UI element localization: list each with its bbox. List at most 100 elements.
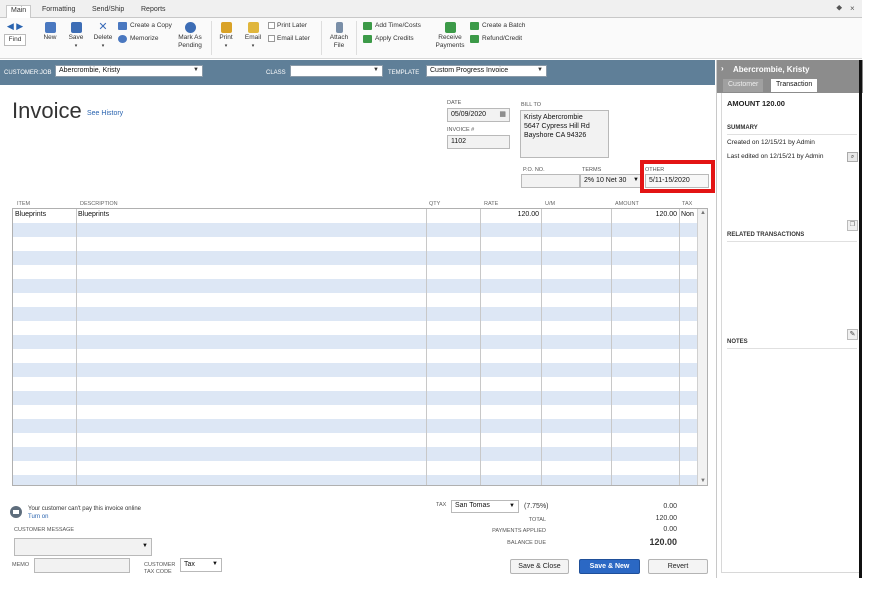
rate-cell[interactable]: 120.00 [481, 211, 539, 218]
template-select[interactable]: Custom Progress Invoice ▼ [426, 65, 547, 77]
calendar-icon[interactable]: ▦ [499, 110, 506, 118]
table-row[interactable] [13, 265, 697, 279]
table-row[interactable] [13, 349, 697, 363]
turn-on-link[interactable]: Turn on [28, 514, 48, 520]
bill-to-field[interactable]: Kristy Abercrombie 5647 Cypress Hill Rd … [520, 110, 609, 158]
terms-select[interactable]: 2% 10 Net 30 ▼ [580, 174, 642, 188]
customer-job-select[interactable]: Abercrombie, Kristy ▼ [55, 65, 203, 77]
prev-next-arrows-icon: ◀ ▶ [6, 21, 24, 31]
created-on-text: Created on 12/15/21 by Admin [727, 139, 815, 146]
find-button[interactable]: ◀ ▶ Find [4, 21, 26, 46]
table-row[interactable]: Blueprints Blueprints 120.00 120.00 Non [13, 209, 697, 223]
tab-reports[interactable]: Reports [137, 5, 170, 18]
invoice-number-field[interactable]: 1102 [447, 135, 510, 149]
item-cell[interactable]: Blueprints [15, 211, 46, 218]
table-row[interactable] [13, 419, 697, 433]
table-row[interactable] [13, 321, 697, 335]
amount-cell[interactable]: 120.00 [613, 211, 677, 218]
scroll-up-icon[interactable]: ▲ [700, 210, 706, 216]
table-row[interactable] [13, 461, 697, 475]
refund-credit-button[interactable]: Refund/Credit [470, 34, 522, 44]
table-row[interactable] [13, 447, 697, 461]
scroll-down-icon[interactable]: ▼ [700, 478, 706, 484]
table-row[interactable] [13, 391, 697, 405]
memorize-button[interactable]: Memorize [118, 34, 159, 44]
template-label: TEMPLATE [388, 70, 420, 76]
total-value: 120.00 [655, 515, 677, 522]
po-number-label: P.O. NO. [523, 167, 545, 173]
save-close-button[interactable]: Save & Close [510, 559, 569, 574]
apply-credits-button[interactable]: Apply Credits [363, 34, 414, 44]
close-icon[interactable]: × [850, 4, 855, 13]
save-new-button[interactable]: Save & New [579, 559, 640, 574]
tab-send-ship[interactable]: Send/Ship [88, 5, 128, 18]
history-panel-header: › Abercrombie, Kristy Customer Transacti… [717, 60, 863, 93]
see-history-link[interactable]: See History [87, 110, 123, 117]
customer-message-select[interactable]: ▼ [14, 538, 152, 556]
restore-icon[interactable]: ⯁ [836, 4, 842, 14]
column-divider [679, 209, 680, 485]
description-cell[interactable]: Blueprints [78, 211, 109, 218]
table-row[interactable] [13, 433, 697, 447]
tab-customer[interactable]: Customer [723, 79, 764, 92]
po-number-field[interactable] [521, 174, 580, 188]
customer-bar: CUSTOMER:JOB Abercrombie, Kristy ▼ CLASS… [0, 60, 715, 85]
print-later-box[interactable] [268, 21, 275, 29]
table-row[interactable] [13, 475, 697, 485]
attach-file-button[interactable]: Attach File [327, 22, 351, 50]
magnifier-icon[interactable]: ⌕ [847, 152, 858, 162]
invoice-number-label: INVOICE # [447, 127, 475, 133]
add-time-costs-button[interactable]: Add Time/Costs [363, 21, 421, 31]
memo-field[interactable] [34, 558, 130, 573]
balance-due-label: BALANCE DUE [507, 540, 546, 546]
save-dropdown-icon: ▾ [74, 43, 78, 49]
create-batch-button[interactable]: Create a Batch [470, 21, 525, 31]
refund-icon [470, 35, 479, 43]
tab-transaction[interactable]: Transaction [771, 79, 818, 92]
chevron-down-icon: ▼ [142, 543, 148, 549]
save-button[interactable]: Save ▾ [66, 22, 86, 50]
create-copy-button[interactable]: Create a Copy [118, 21, 172, 31]
table-row[interactable] [13, 363, 697, 377]
history-panel: › Abercrombie, Kristy Customer Transacti… [716, 60, 863, 578]
memo-label: MEMO [12, 562, 30, 568]
mark-as-pending-button[interactable]: Mark As Pending [174, 22, 206, 50]
table-row[interactable] [13, 307, 697, 321]
table-row[interactable] [13, 237, 697, 251]
table-row[interactable] [13, 293, 697, 307]
delete-button[interactable]: ✕ Delete ▾ [92, 22, 114, 50]
email-button[interactable]: Email ▾ [242, 22, 264, 50]
memorize-icon [118, 35, 127, 43]
new-button[interactable]: New [40, 22, 60, 42]
table-row[interactable] [13, 335, 697, 349]
email-later-box[interactable] [268, 34, 275, 42]
summary-heading: SUMMARY [727, 125, 758, 131]
chevron-down-icon: ▼ [633, 177, 639, 183]
table-row[interactable] [13, 405, 697, 419]
tax-cell[interactable]: Non [681, 211, 694, 218]
email-later-checkbox[interactable]: Email Later [268, 34, 310, 44]
print-later-checkbox[interactable]: Print Later [268, 21, 307, 31]
edit-pencil-icon[interactable]: ✎ [847, 329, 858, 340]
print-button[interactable]: Print ▾ [216, 22, 236, 50]
chevron-right-icon[interactable]: › [721, 64, 724, 73]
class-select[interactable]: ▼ [290, 65, 383, 77]
date-field[interactable]: 05/09/2020 ▦ [447, 108, 510, 122]
tab-formatting[interactable]: Formatting [38, 5, 79, 18]
receive-payments-button[interactable]: Receive Payments [434, 22, 466, 50]
tax-item-select[interactable]: San Tomas ▼ [451, 500, 519, 513]
table-row[interactable] [13, 251, 697, 265]
tab-main[interactable]: Main [6, 5, 32, 18]
table-row[interactable] [13, 279, 697, 293]
online-payment-icon [10, 506, 22, 518]
table-row[interactable] [13, 377, 697, 391]
revert-button[interactable]: Revert [648, 559, 708, 574]
table-scrollbar[interactable]: ▲ ▼ [697, 209, 707, 485]
highlight-annotation [640, 160, 715, 193]
table-row[interactable] [13, 223, 697, 237]
customer-job-label: CUSTOMER:JOB [4, 70, 52, 76]
tax-amount: 0.00 [663, 503, 677, 510]
copy-icon[interactable]: ❐ [847, 220, 858, 231]
customer-tax-code-select[interactable]: Tax ▼ [180, 558, 222, 572]
column-divider [480, 209, 481, 485]
